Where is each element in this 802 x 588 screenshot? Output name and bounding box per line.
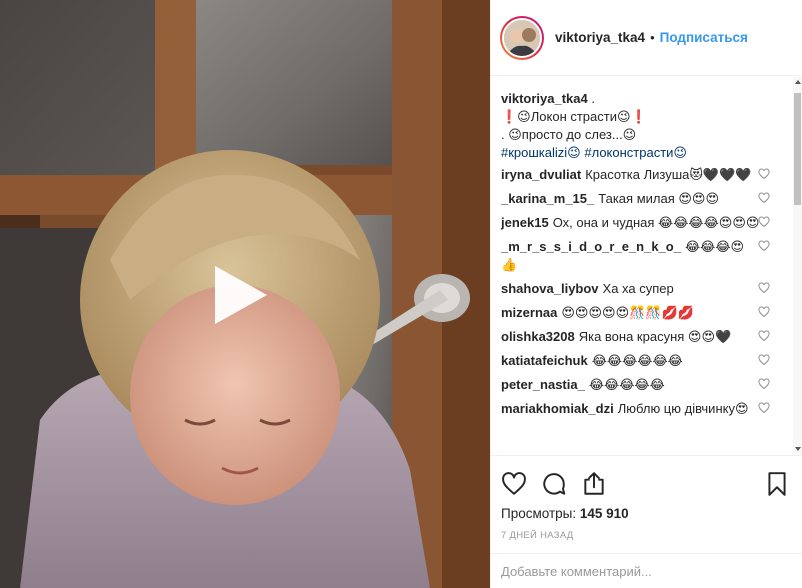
comment-username[interactable]: iryna_dvuliat <box>501 167 581 182</box>
comment-username[interactable]: _karina_m_15_ <box>501 191 594 206</box>
comment-username[interactable]: mizernaa <box>501 305 557 320</box>
comment-item: iryna_dvuliat Красотка Лизуша😻🖤🖤🖤 <box>501 166 796 184</box>
caption-username[interactable]: viktoriya_tka4 <box>501 91 588 106</box>
view-count: Просмотры: 145 910 <box>501 506 792 521</box>
comment-like-icon[interactable] <box>758 282 770 294</box>
scroll-up-arrow-icon[interactable] <box>795 80 801 84</box>
post-header: viktoriya_tka4 • Подписаться <box>491 0 802 76</box>
comment-username[interactable]: peter_nastia_ <box>501 377 585 392</box>
action-icons <box>501 464 792 504</box>
hashtag-link[interactable]: #крошкаlizi😉 <box>501 145 581 160</box>
comment-item: _m_r_s_s_i_d_o_r_e_n_k_o_ 😂😂😂😍👍 <box>501 238 796 274</box>
comment-item: _karina_m_15_ Такая милая 😍😍😍 <box>501 190 796 208</box>
comment-username[interactable]: jenek15 <box>501 215 549 230</box>
header-username[interactable]: viktoriya_tka4 <box>555 30 645 45</box>
scroll-down-arrow-icon[interactable] <box>795 447 801 451</box>
post-date[interactable]: 7 ДНЕЙ НАЗАД <box>501 530 792 541</box>
comment-item: olishka3208 Яка вона красуня 😍😍🖤 <box>501 328 796 346</box>
comment-username[interactable]: katiatafeichuk <box>501 353 588 368</box>
comment-text: Люблю цю дівчинку😍 <box>617 401 749 416</box>
comment-list: iryna_dvuliat Красотка Лизуша😻🖤🖤🖤 _karina… <box>501 166 796 418</box>
comment-item: jenek15 Ох, она и чудная 😂😂😂😂😍😍😍 <box>501 214 796 232</box>
post-side-panel: viktoriya_tka4 • Подписаться viktoriya_t… <box>490 0 802 588</box>
scrollbar-thumb[interactable] <box>794 93 801 205</box>
comment-text: 😂😂😂😂😂😂 <box>591 353 683 368</box>
caption-line-3: . 😉просто до слез...😉 <box>501 127 637 142</box>
comment-like-icon[interactable] <box>758 402 770 414</box>
comment-icon[interactable] <box>541 471 567 497</box>
post-caption: viktoriya_tka4 . ❗️😉Локон страсти😉❗️ . 😉… <box>501 90 796 162</box>
heart-icon[interactable] <box>501 471 527 497</box>
comment-text: Такая милая 😍😍😍 <box>598 191 720 206</box>
hashtag-link[interactable]: #локонстрасти😉 <box>584 145 687 160</box>
views-label: Просмотры: <box>501 506 577 521</box>
comment-item: mizernaa 😍😍😍😍😍🎊🎊💋💋 <box>501 304 796 322</box>
comment-like-icon[interactable] <box>758 330 770 342</box>
comment-item: peter_nastia_ 😂😂😂😂😂 <box>501 376 796 394</box>
comment-text: 😂😂😂😂😂 <box>588 377 665 392</box>
bookmark-icon[interactable] <box>764 471 790 497</box>
comment-text: Ха ха супер <box>602 281 674 296</box>
comments-scrollbar[interactable] <box>793 77 802 454</box>
comment-username[interactable]: olishka3208 <box>501 329 575 344</box>
comment-like-icon[interactable] <box>758 240 770 252</box>
comment-username[interactable]: shahova_liybov <box>501 281 599 296</box>
comment-like-icon[interactable] <box>758 216 770 228</box>
comment-text: Красотка Лизуша😻🖤🖤🖤 <box>585 167 752 182</box>
add-comment-input[interactable] <box>501 564 792 579</box>
comment-username[interactable]: mariakhomiak_dzi <box>501 401 614 416</box>
avatar[interactable] <box>500 15 544 60</box>
add-comment-bar <box>491 553 802 588</box>
follow-button[interactable]: Подписаться <box>660 30 748 45</box>
share-icon[interactable] <box>581 471 607 497</box>
comment-like-icon[interactable] <box>758 168 770 180</box>
comment-username[interactable]: _m_r_s_s_i_d_o_r_e_n_k_o_ <box>501 239 681 254</box>
comment-item: mariakhomiak_dzi Люблю цю дівчинку😍 <box>501 400 796 418</box>
caption-line-2: ❗️😉Локон страсти😉❗️ <box>501 109 647 124</box>
comments-section[interactable]: viktoriya_tka4 . ❗️😉Локон страсти😉❗️ . 😉… <box>491 77 796 454</box>
comment-item: shahova_liybov Ха ха супер <box>501 280 796 298</box>
comment-like-icon[interactable] <box>758 354 770 366</box>
video-player[interactable] <box>0 0 490 588</box>
comment-like-icon[interactable] <box>758 378 770 390</box>
post-actions: Просмотры: 145 910 7 ДНЕЙ НАЗАД <box>491 455 802 541</box>
play-icon[interactable] <box>207 262 273 328</box>
comment-text: 😍😍😍😍😍🎊🎊💋💋 <box>561 305 694 320</box>
views-number: 145 910 <box>579 506 629 521</box>
header-separator: • <box>650 30 655 45</box>
caption-line-1: . <box>587 91 595 106</box>
comment-like-icon[interactable] <box>758 306 770 318</box>
comment-text: Яка вона красуня 😍😍🖤 <box>578 329 732 344</box>
comment-like-icon[interactable] <box>758 192 770 204</box>
comment-text: Ох, она и чудная 😂😂😂😂😍😍😍 <box>552 215 760 230</box>
comment-item: katiatafeichuk 😂😂😂😂😂😂 <box>501 352 796 370</box>
